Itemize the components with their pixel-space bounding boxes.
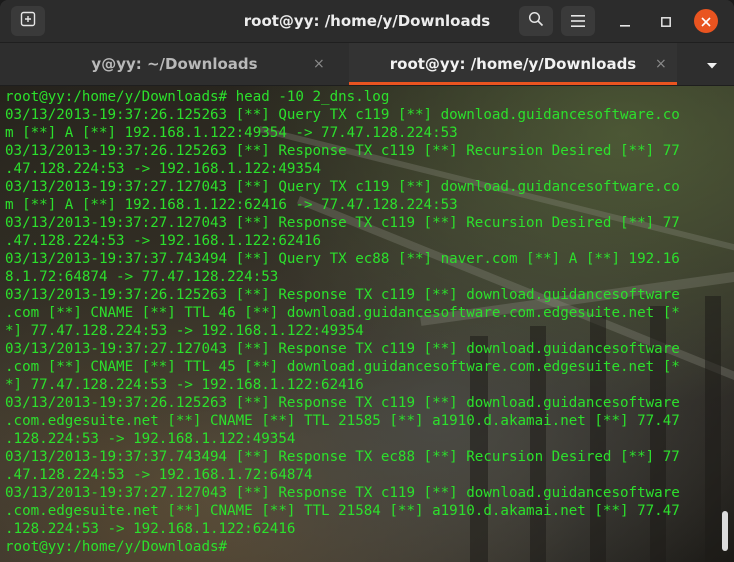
active-tab-indicator	[349, 82, 677, 85]
terminal-line: 03/13/2013-19:37:27.127043 [**] Response…	[5, 215, 680, 231]
close-icon	[701, 12, 711, 31]
header-bar: root@yy: /home/y/Downloads	[0, 0, 734, 43]
terminal-line: 03/13/2013-19:37:27.127043 [**] Query TX…	[5, 179, 680, 195]
tab-dropdown-button[interactable]	[700, 54, 724, 74]
terminal-line: 03/13/2013-19:37:26.125263 [**] Query TX…	[5, 107, 680, 123]
terminal-line: *] 77.47.128.224:53 -> 192.168.1.122:624…	[5, 377, 364, 393]
terminal-line: .com [**] CNAME [**] TTL 46 [**] downloa…	[5, 305, 680, 321]
terminal-line: m [**] A [**] 192.168.1.122:62416 -> 77.…	[5, 197, 458, 213]
hamburger-menu-icon	[571, 12, 585, 31]
tab-label: root@yy: /home/y/Downloads	[389, 55, 637, 73]
terminal-line: .128.224:53 -> 192.168.1.122:49354	[5, 431, 296, 447]
tab-bar: y@yy: ~/Downloads × root@yy: /home/y/Dow…	[0, 43, 734, 86]
terminal-line: 03/13/2013-19:37:26.125263 [**] Response…	[5, 287, 680, 303]
chevron-down-icon	[706, 55, 718, 74]
menu-button[interactable]	[561, 6, 595, 36]
terminal-line: 03/13/2013-19:37:37.743494 [**] Query TX…	[5, 251, 680, 267]
new-tab-icon	[20, 11, 36, 31]
terminal-line: 03/13/2013-19:37:26.125263 [**] Response…	[5, 143, 680, 159]
terminal-line: 03/13/2013-19:37:37.743494 [**] Response…	[5, 449, 680, 465]
search-button[interactable]	[519, 6, 553, 36]
tab-close-button[interactable]: ×	[313, 43, 325, 85]
new-tab-button[interactable]	[11, 6, 45, 36]
maximize-icon	[661, 12, 671, 31]
terminal-line: root@yy:/home/y/Downloads#	[5, 539, 236, 555]
tab-close-button[interactable]: ×	[655, 43, 667, 85]
terminal-line: m [**] A [**] 192.168.1.122:49354 -> 77.…	[5, 125, 458, 141]
minimize-icon	[620, 12, 630, 31]
terminal-line: root@yy:/home/y/Downloads# head -10 2_dn…	[5, 89, 390, 105]
tab-label: y@yy: ~/Downloads	[91, 55, 258, 73]
tab-home-downloads[interactable]: y@yy: ~/Downloads	[0, 43, 349, 85]
terminal-output: root@yy:/home/y/Downloads# head -10 2_dn…	[5, 88, 719, 556]
terminal-line: .128.224:53 -> 192.168.1.122:62416	[5, 521, 296, 537]
terminal-line: .com.edgesuite.net [**] CNAME [**] TTL 2…	[5, 413, 680, 429]
terminal-line: 03/13/2013-19:37:27.127043 [**] Response…	[5, 485, 680, 501]
terminal-line: .47.128.224:53 -> 192.168.1.72:64874	[5, 467, 313, 483]
close-window-button[interactable]	[694, 9, 718, 33]
terminal-line: 03/13/2013-19:37:26.125263 [**] Response…	[5, 395, 680, 411]
terminal-view[interactable]: root@yy:/home/y/Downloads# head -10 2_dn…	[0, 86, 734, 562]
terminal-line: .47.128.224:53 -> 192.168.1.122:62416	[5, 233, 322, 249]
minimize-button[interactable]	[613, 9, 637, 33]
search-icon	[528, 11, 544, 31]
terminal-line: 03/13/2013-19:37:27.127043 [**] Response…	[5, 341, 680, 357]
terminal-line: .com [**] CNAME [**] TTL 45 [**] downloa…	[5, 359, 680, 375]
terminal-window: root@yy: /home/y/Downloads y@yy: ~/Downl…	[0, 0, 734, 562]
tab-root-downloads[interactable]: root@yy: /home/y/Downloads	[349, 43, 677, 85]
terminal-line: .47.128.224:53 -> 192.168.1.122:49354	[5, 161, 322, 177]
terminal-line: 8.1.72:64874 -> 77.47.128.224:53	[5, 269, 279, 285]
terminal-line: .com.edgesuite.net [**] CNAME [**] TTL 2…	[5, 503, 680, 519]
maximize-button[interactable]	[654, 9, 678, 33]
terminal-line: *] 77.47.128.224:53 -> 192.168.1.122:493…	[5, 323, 364, 339]
vertical-scrollbar[interactable]	[722, 511, 728, 551]
